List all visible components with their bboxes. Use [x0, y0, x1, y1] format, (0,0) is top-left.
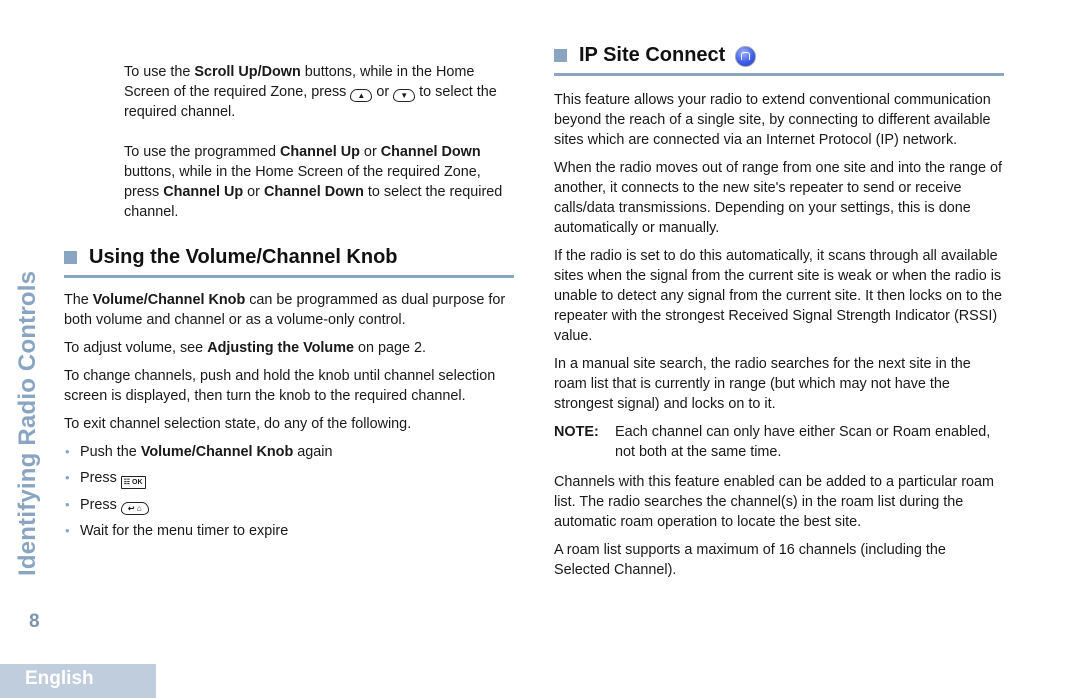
scroll-paragraph: To use the Scroll Up/Down buttons, while…: [124, 62, 514, 122]
note-block: NOTE: Each channel can only have either …: [554, 422, 1004, 462]
channel-paragraph: To use the programmed Channel Up or Chan…: [124, 142, 514, 222]
bullet-icon: •: [65, 444, 70, 459]
chapter-side-tab: Identifying Radio Controls: [14, 270, 41, 576]
list-item: • Wait for the menu timer to expire: [64, 521, 514, 541]
bullet-icon: •: [65, 523, 70, 538]
text: Press: [80, 470, 121, 486]
text: To use the: [124, 64, 195, 80]
section-heading-volume-knob: Using the Volume/Channel Knob: [64, 244, 514, 278]
heading-square-icon: [554, 48, 567, 62]
heading-square-icon: [64, 250, 77, 264]
text: or: [243, 184, 264, 200]
text: or: [372, 84, 394, 100]
scroll-up-down-term: Scroll Up/Down: [194, 64, 301, 80]
scroll-instructions: To use the Scroll Up/Down buttons, while…: [124, 62, 514, 222]
text: or: [359, 144, 381, 160]
paragraph: This feature allows your radio to extend…: [554, 92, 991, 148]
paragraph: If the radio is set to do this automatic…: [554, 248, 1002, 344]
note-text: Each channel can only have either Scan o…: [615, 424, 991, 460]
back-home-key-icon: ↩ ⌂: [120, 502, 149, 515]
paragraph: A roam list supports a maximum of 16 cha…: [554, 542, 946, 578]
menu-ok-key-icon: ☷ OK: [120, 476, 146, 489]
cross-reference: Adjusting the Volume: [207, 340, 355, 356]
note-label: NOTE:: [554, 424, 599, 440]
section-heading-ip-site-connect: IP Site Connect: [554, 42, 1004, 76]
text: on page 2.: [354, 340, 427, 356]
term: Volume/Channel Knob: [140, 444, 294, 460]
left-column: To use the Scroll Up/Down buttons, while…: [64, 62, 514, 547]
text: again: [293, 444, 333, 460]
text: Push the: [80, 444, 141, 460]
list-item: • Press ↩ ⌂: [64, 495, 514, 515]
ip-site-connect-feature-icon: [735, 45, 757, 67]
exit-selection-paragraph: To exit channel selection state, do any …: [64, 416, 412, 432]
text: To adjust volume, see: [64, 340, 208, 356]
scroll-up-key-icon: ▲: [350, 89, 373, 102]
text: Press: [80, 497, 121, 513]
heading-text: Using the Volume/Channel Knob: [89, 246, 398, 268]
text: Wait for the menu timer to expire: [80, 523, 289, 539]
text: The: [64, 292, 93, 308]
list-item: • Press ☷ OK: [64, 468, 514, 489]
term: Channel Up: [279, 144, 360, 160]
paragraph: When the radio moves out of range from o…: [554, 160, 1002, 236]
bullet-icon: •: [65, 497, 70, 512]
paragraph: In a manual site search, the radio searc…: [554, 356, 971, 412]
right-column: IP Site Connect This feature allows your…: [554, 42, 1004, 588]
term: Channel Up: [163, 184, 244, 200]
term: Channel Down: [380, 144, 481, 160]
term: Volume/Channel Knob: [92, 292, 246, 308]
paragraph: Channels with this feature enabled can b…: [554, 474, 994, 530]
language-tab: English: [0, 664, 156, 698]
adjust-volume-paragraph: To adjust volume, see Adjusting the Volu…: [64, 338, 514, 358]
list-item: • Push the Volume/Channel Knob again: [64, 442, 514, 462]
page-number: 8: [29, 611, 40, 632]
exit-options-list: • Push the Volume/Channel Knob again • Pre…: [64, 442, 514, 541]
heading-text: IP Site Connect: [579, 44, 726, 66]
bullet-icon: •: [65, 470, 70, 485]
scroll-down-key-icon: ▼: [393, 89, 416, 102]
term: Channel Down: [263, 184, 364, 200]
change-channels-paragraph: To change channels, push and hold the kn…: [64, 368, 496, 404]
knob-intro-paragraph: The Volume/Channel Knob can be programme…: [64, 290, 514, 330]
text: To use the programmed: [124, 144, 280, 160]
